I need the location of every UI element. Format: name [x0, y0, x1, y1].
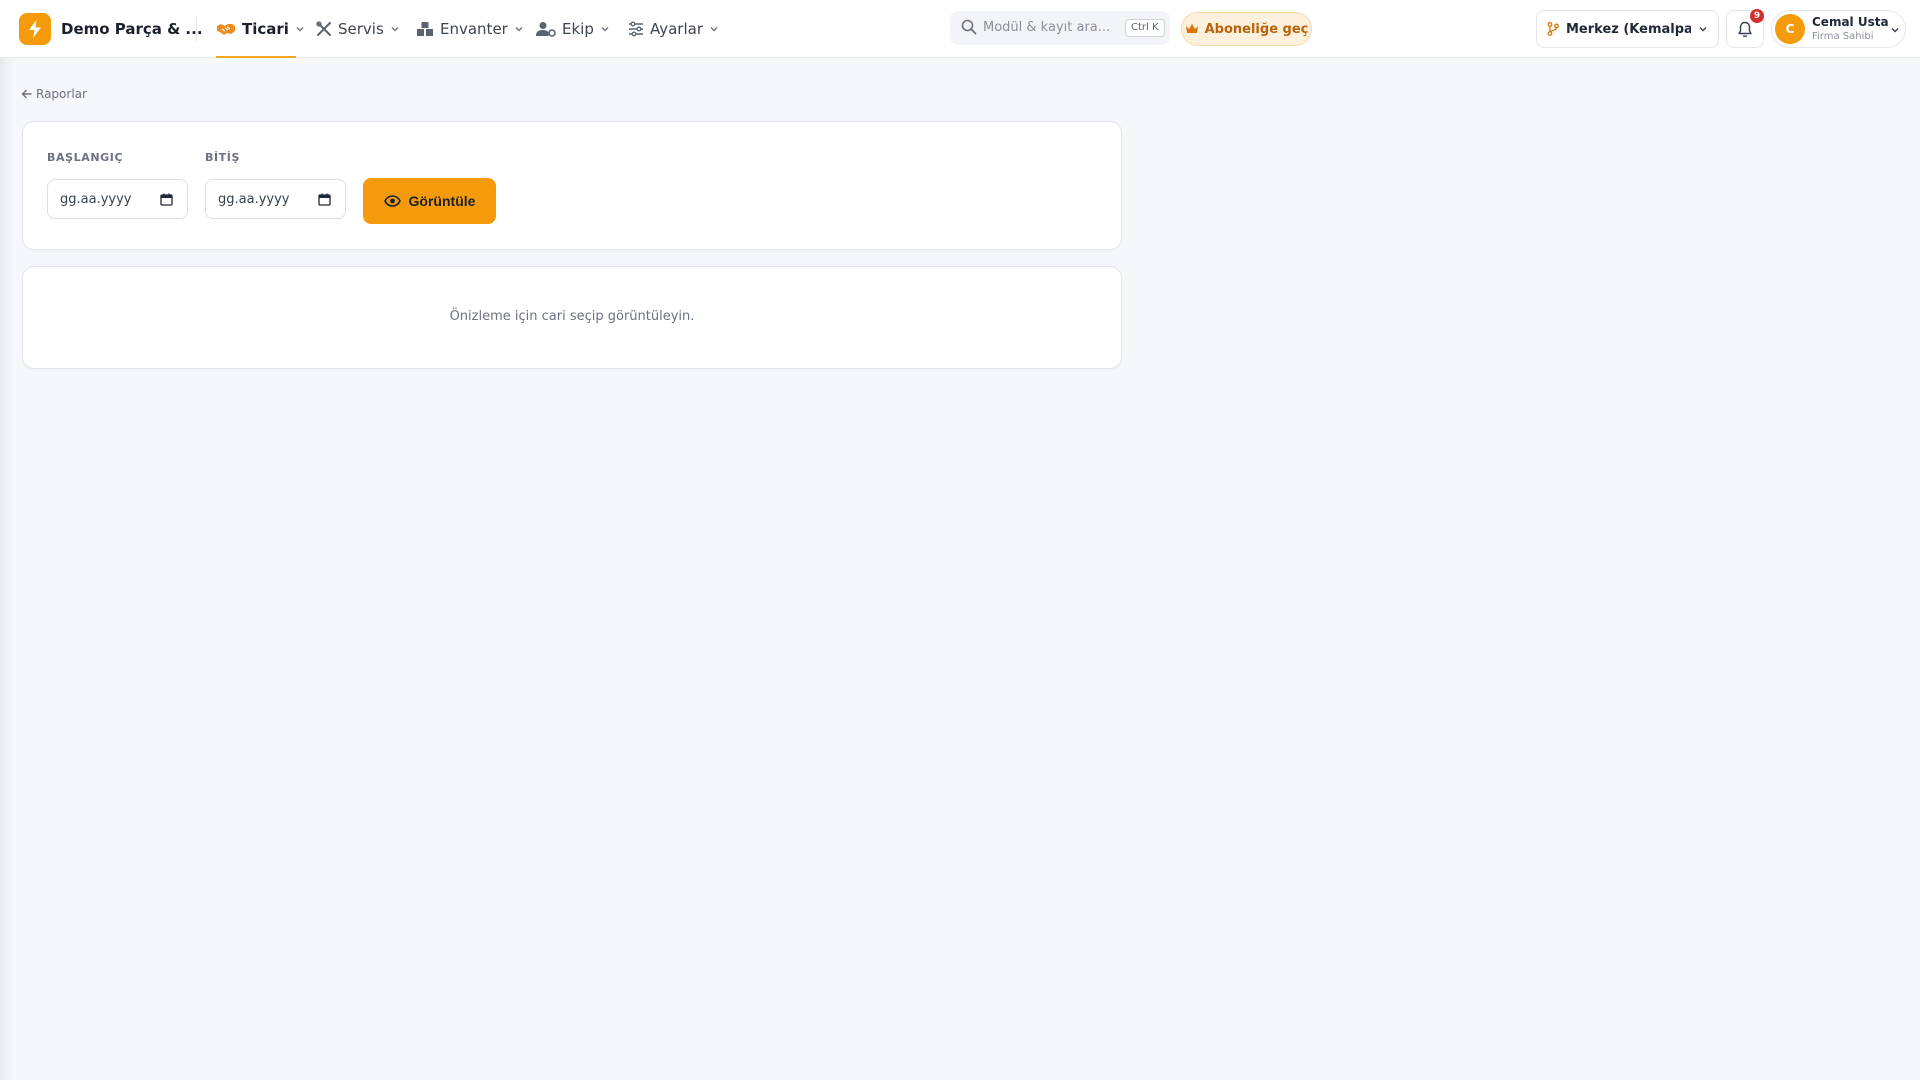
chevron-down-icon [710, 27, 718, 32]
avatar: C [1775, 14, 1805, 44]
nav-envanter-label: Envanter [440, 20, 508, 38]
view-button[interactable]: Görüntüle [363, 178, 496, 224]
end-date-label: BİTİŞ [205, 151, 240, 164]
chevron-down-icon [296, 27, 304, 32]
users-gear-icon [536, 22, 556, 37]
branch-label: Merkez (Kemalpa... [1566, 21, 1691, 37]
start-date-field[interactable]: gg.aa.yyyy [47, 179, 188, 219]
notification-count-badge: 9 [1750, 9, 1764, 23]
start-date-label: BAŞLANGIÇ [47, 151, 124, 164]
back-to-reports-link[interactable]: Raporlar [21, 87, 87, 101]
tools-icon [316, 21, 331, 36]
nav-ayarlar[interactable]: Ayarlar [628, 0, 719, 58]
back-link-label: Raporlar [36, 87, 87, 101]
end-date-value: gg.aa.yyyy [218, 192, 290, 207]
git-branch-icon [1547, 22, 1559, 36]
nav-ticari-label: Ticari [242, 20, 289, 38]
calendar-icon[interactable] [318, 193, 331, 206]
crown-icon [1185, 24, 1198, 33]
top-navigation-bar: Demo Parça & ... Ticari Servis Envanter [0, 0, 1920, 58]
preview-card: Önizleme için cari seçip görüntüleyin. [22, 266, 1122, 369]
sliders-icon [629, 21, 643, 37]
chevron-down-icon [515, 27, 523, 32]
lightning-icon [29, 20, 41, 38]
search-icon [961, 19, 977, 35]
user-name: Cemal Usta [1812, 15, 1889, 29]
search-input[interactable]: Modül & kayıt ara... Ctrl K [950, 11, 1170, 45]
nav-ticari[interactable]: Ticari [216, 0, 304, 58]
page-left-shade [0, 58, 14, 1080]
branch-selector[interactable]: Merkez (Kemalpa... [1536, 10, 1719, 48]
nav-servis[interactable]: Servis [316, 0, 400, 58]
chevron-down-icon [1891, 28, 1899, 33]
chevron-down-icon [601, 27, 609, 32]
nav-servis-label: Servis [338, 20, 384, 38]
search-placeholder: Modül & kayıt ara... [983, 20, 1111, 35]
nav-ekip[interactable]: Ekip [536, 0, 610, 58]
search-shortcut-hint: Ctrl K [1125, 19, 1165, 37]
user-menu[interactable]: C Cemal Usta Firma Sahibi [1771, 10, 1906, 48]
subscribe-label: Aboneliğe geç [1204, 21, 1309, 37]
date-filter-card: BAŞLANGIÇ gg.aa.yyyy BİTİŞ gg.aa.yyyy Gö… [22, 121, 1122, 250]
chevron-down-icon [391, 27, 399, 32]
subscribe-button[interactable]: Aboneliğe geç [1181, 12, 1312, 46]
nav-envanter[interactable]: Envanter [416, 0, 524, 58]
nav-ayarlar-label: Ayarlar [650, 20, 704, 38]
end-date-field[interactable]: gg.aa.yyyy [205, 179, 346, 219]
company-name[interactable]: Demo Parça & ... [61, 20, 203, 38]
view-button-label: Görüntüle [408, 193, 476, 209]
bell-icon [1738, 21, 1752, 37]
user-role: Firma Sahibi [1812, 31, 1874, 42]
nav-ekip-label: Ekip [562, 20, 594, 38]
app-logo[interactable] [19, 13, 51, 45]
boxes-icon [417, 22, 433, 36]
eye-icon [383, 195, 401, 207]
preview-empty-message: Önizleme için cari seçip görüntüleyin. [449, 309, 695, 324]
divider [196, 16, 197, 42]
arrow-left-icon [21, 89, 32, 99]
handshake-icon [217, 24, 235, 35]
start-date-value: gg.aa.yyyy [60, 192, 132, 207]
chevron-down-icon [1699, 27, 1707, 32]
calendar-icon[interactable] [160, 193, 173, 206]
